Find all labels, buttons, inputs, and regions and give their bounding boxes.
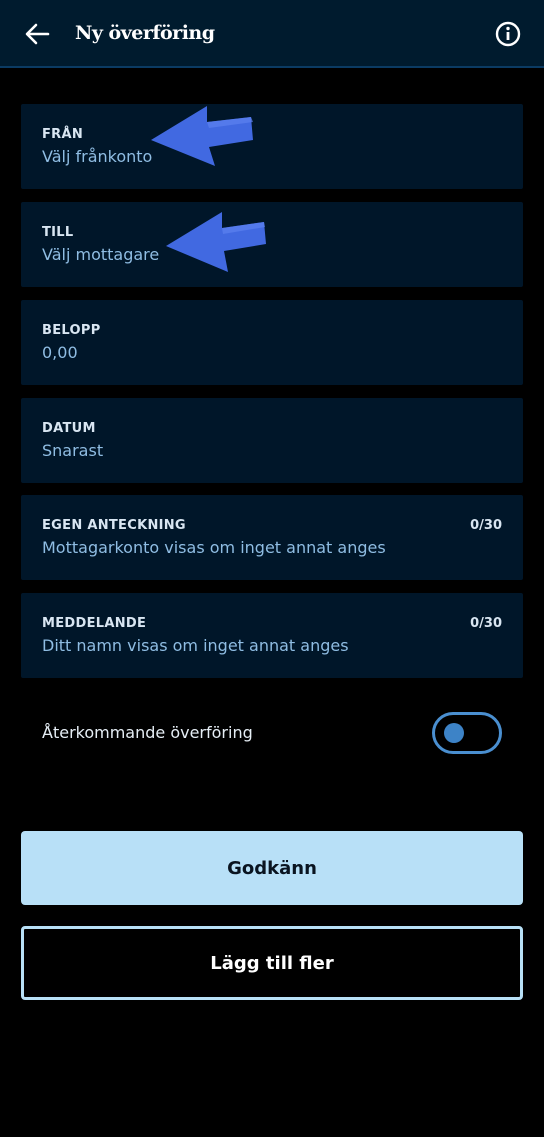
from-label: FRÅN (42, 127, 84, 142)
amount-label: BELOPP (42, 323, 101, 338)
date-label: DATUM (42, 421, 96, 436)
annotation-arrow-icon (166, 212, 266, 272)
recurring-transfer-toggle[interactable] (432, 712, 502, 754)
approve-button[interactable]: Godkänn (21, 831, 523, 905)
info-button[interactable] (494, 20, 522, 48)
message-placeholder: Ditt namn visas om inget annat anges (42, 636, 349, 655)
message-counter: 0/30 (470, 616, 502, 631)
date-field[interactable]: DATUM Snarast (21, 398, 523, 483)
amount-value: 0,00 (42, 343, 78, 362)
to-label: TILL (42, 225, 74, 240)
recurring-transfer-label: Återkommande överföring (42, 723, 253, 742)
add-more-button[interactable]: Lägg till fler (21, 926, 523, 1000)
info-circle-icon (495, 21, 521, 47)
page-title: Ny överföring (75, 22, 215, 44)
to-value: Välj mottagare (42, 245, 160, 264)
transfer-screen: Ny överföring FRÅN Välj frånkonto TILL V… (0, 0, 544, 1137)
date-value: Snarast (42, 441, 104, 460)
arrow-left-icon (25, 23, 50, 45)
app-header: Ny överföring (0, 0, 544, 68)
amount-field[interactable]: BELOPP 0,00 (21, 300, 523, 385)
from-account-field[interactable]: FRÅN Välj frånkonto (21, 104, 523, 189)
own-note-label: EGEN ANTECKNING (42, 518, 186, 533)
message-field[interactable]: MEDDELANDE 0/30 Ditt namn visas om inget… (21, 593, 523, 678)
own-note-placeholder: Mottagarkonto visas om inget annat anges (42, 538, 386, 557)
own-note-field[interactable]: EGEN ANTECKNING 0/30 Mottagarkonto visas… (21, 495, 523, 580)
annotation-arrow-icon (151, 106, 253, 166)
from-value: Välj frånkonto (42, 147, 153, 166)
toggle-knob (444, 723, 464, 743)
own-note-counter: 0/30 (470, 518, 502, 533)
message-label: MEDDELANDE (42, 616, 147, 631)
back-button[interactable] (20, 17, 54, 51)
